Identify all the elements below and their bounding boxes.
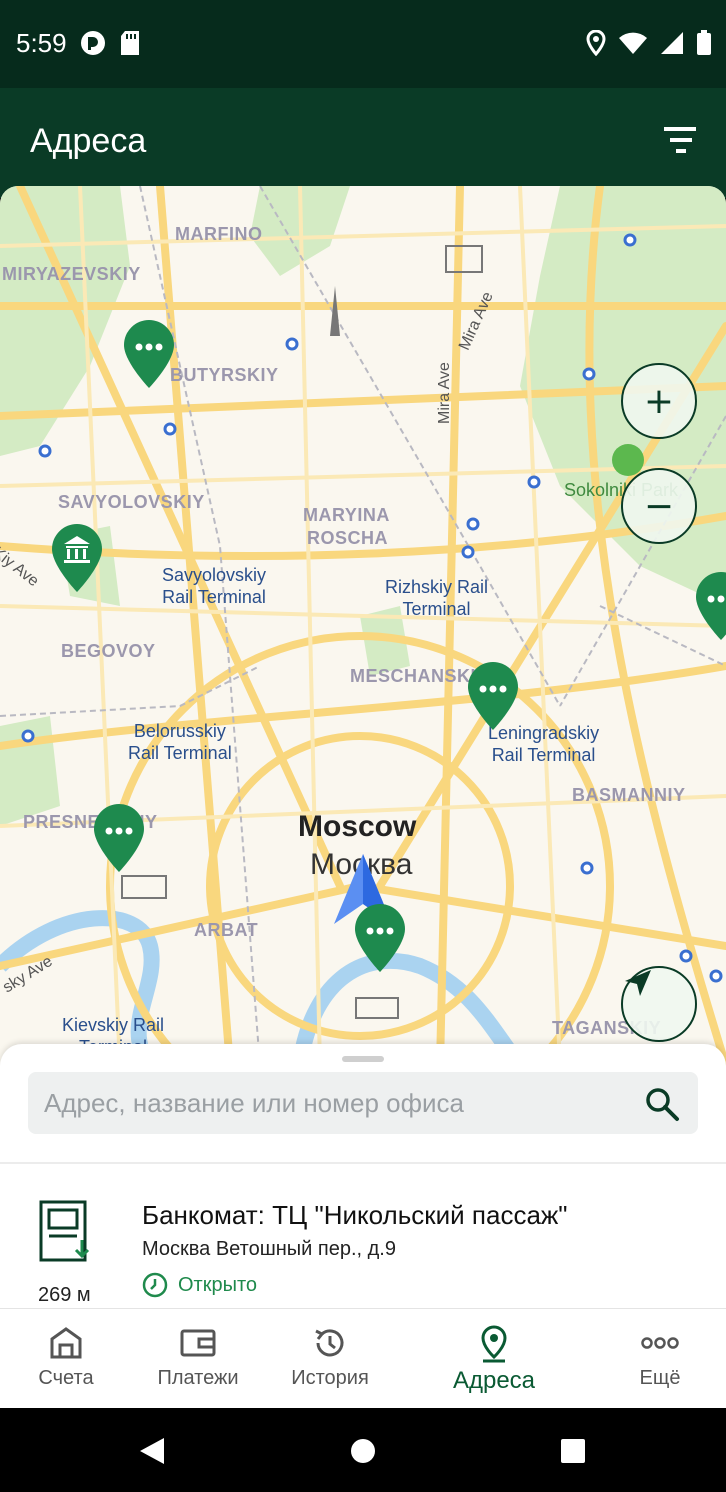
zoom-out-button[interactable]: −: [621, 468, 697, 544]
nav-item-payments[interactable]: Платежи: [142, 1309, 254, 1409]
signal-icon: [661, 32, 683, 54]
history-icon: [315, 1329, 344, 1357]
divider: [0, 1162, 726, 1164]
district-label: BASMANNIY: [572, 785, 686, 805]
park-icon: [612, 444, 644, 476]
bottom-navigation: Счета Платежи История Адреса Ещё: [0, 1308, 726, 1408]
atm-pin-icon[interactable]: [94, 804, 144, 872]
street-label: Mira Ave: [436, 362, 453, 424]
wallet-icon: [180, 1329, 216, 1357]
battery-icon: [697, 30, 711, 55]
app-bar: Адреса: [0, 88, 726, 198]
nav-item-addresses[interactable]: Адреса: [440, 1309, 548, 1409]
recents-icon[interactable]: [560, 1438, 586, 1464]
notification-icon: [81, 31, 105, 55]
place-title[interactable]: Банкомат: ТЦ "Никольский пассаж": [142, 1200, 568, 1231]
filter-icon: [664, 127, 696, 153]
atm-icon: [39, 1200, 90, 1262]
nav-label: Адреса: [452, 1367, 536, 1394]
nav-item-accounts[interactable]: Счета: [18, 1309, 114, 1409]
search-input[interactable]: Адрес, название или номер офиса: [28, 1072, 698, 1134]
map-view[interactable]: MARFINO MIRYAZEVSKIY BUTYRSKIY SAVYOLOVS…: [0, 186, 726, 1066]
system-navigation-bar: [0, 1408, 726, 1492]
filter-button[interactable]: [662, 124, 702, 158]
sd-card-icon: [121, 31, 139, 55]
status-icons-right: [586, 30, 712, 56]
atm-pin-icon[interactable]: [124, 320, 174, 388]
atm-pin-icon[interactable]: [468, 662, 518, 730]
status-time: 5:59: [16, 28, 67, 58]
nav-label: Счета: [38, 1367, 94, 1389]
nav-item-history[interactable]: История: [276, 1309, 384, 1409]
status-bar: 5:59: [0, 0, 726, 88]
search-icon[interactable]: [644, 1086, 680, 1122]
home-icon[interactable]: [350, 1438, 376, 1464]
nav-label: История: [291, 1367, 369, 1389]
my-location-button[interactable]: [621, 966, 697, 1042]
clock-icon: [142, 1272, 168, 1298]
status-icons-left: [80, 30, 140, 56]
station-label-savyolovsky: Savyolovskiy Rail Terminal: [162, 565, 267, 607]
nav-label: Платежи: [157, 1367, 239, 1389]
atm-pin-icon[interactable]: [696, 572, 726, 640]
location-icon: [586, 30, 606, 56]
district-label: ROSCHA: [307, 528, 389, 548]
nav-item-more[interactable]: Ещё: [614, 1309, 706, 1409]
place-address: Москва Ветошный пер., д.9: [142, 1238, 396, 1260]
district-label: MARFINO: [175, 224, 263, 244]
open-status: Открыто: [142, 1272, 257, 1298]
station-label-belorussky: Belorusskiy Rail Terminal: [128, 721, 232, 763]
navigation-arrow-icon: [625, 970, 651, 996]
district-label: SAVYOLOVSKIY: [58, 492, 205, 512]
district-label: BEGOVOY: [61, 641, 156, 661]
open-status-label: Открыто: [178, 1273, 258, 1296]
station-label-rizhsky: Rizhskiy Rail Terminal: [385, 577, 489, 619]
bank-office-pin-icon[interactable]: [52, 524, 102, 592]
city-name-en: Moscow: [298, 810, 417, 843]
page-title: Адреса: [30, 122, 147, 160]
drag-handle[interactable]: [342, 1056, 384, 1062]
back-icon[interactable]: [138, 1436, 166, 1466]
district-label: MIRYAZEVSKIY: [2, 264, 141, 284]
bank-icon: [50, 1327, 82, 1359]
district-label: BUTYRSKIY: [170, 365, 279, 385]
search-placeholder: Адрес, название или номер офиса: [44, 1088, 464, 1118]
district-label: ARBAT: [194, 920, 259, 940]
wifi-icon: [619, 32, 647, 54]
bottom-sheet[interactable]: Адрес, название или номер офиса 269 м Ба…: [0, 1044, 726, 1310]
atm-pin-icon[interactable]: [355, 904, 405, 972]
district-label: MARYINA: [303, 505, 390, 525]
zoom-in-button[interactable]: +: [621, 363, 697, 439]
distance-label: 269 м: [38, 1284, 91, 1306]
location-pin-icon: [481, 1325, 507, 1363]
more-dots-icon: [641, 1337, 679, 1349]
nav-label: Ещё: [639, 1367, 681, 1389]
